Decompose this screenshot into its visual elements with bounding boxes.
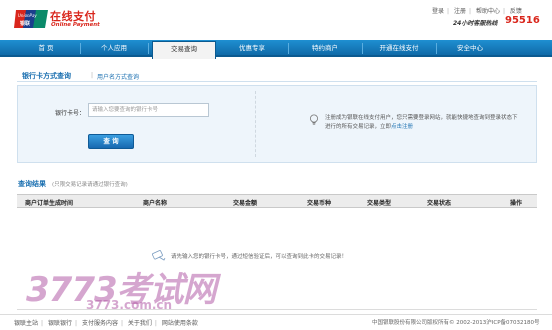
logo-subtitle: Online Payment xyxy=(51,22,100,28)
main-nav: 首 页 个人应用 交易查询 优惠专享 特约商户 开通在线支付 安全中心 xyxy=(0,40,552,59)
column-header-type: 交易类型 xyxy=(367,200,392,207)
lightbulb-icon xyxy=(310,114,318,125)
nav-item-transaction-query[interactable]: 交易查询 xyxy=(152,41,216,59)
footer-separator: | xyxy=(41,320,44,327)
nav-item-security[interactable]: 安全中心 xyxy=(440,40,500,57)
nav-separator xyxy=(362,43,363,54)
footer-separator: | xyxy=(74,320,78,327)
results-table-header: 商户订单生成时间 商户名称 交易金额 交易币种 交易类型 交易状态 操作 xyxy=(17,194,537,208)
title-separator: | xyxy=(91,72,94,79)
footer-link-terms[interactable]: 网站使用条款 xyxy=(162,320,198,327)
footer-links: 银联主站 | 银联银行 | 支付服务内容 | 关于我们 | 网站使用条款 xyxy=(14,318,198,327)
results-note: (只限交易记录请通过银行查询) xyxy=(52,182,128,188)
site-header: UnionPay 银联 在线支付 Online Payment 登录 | 注册 | … xyxy=(0,0,552,40)
query-button[interactable]: 查 询 xyxy=(88,134,134,149)
hotline-label: 24小时客服热线 xyxy=(453,20,498,27)
panel-divider xyxy=(255,91,256,157)
title-divider xyxy=(17,81,537,82)
nav-item-personal[interactable]: 个人应用 xyxy=(84,40,144,57)
column-header-amount: 交易金额 xyxy=(233,200,258,207)
nav-item-merchants[interactable]: 特约商户 xyxy=(292,40,358,57)
nav-item-offers[interactable]: 优惠专享 xyxy=(222,40,282,57)
footer-link-about[interactable]: 关于我们 xyxy=(128,320,152,327)
username-query-link[interactable]: 用户名方式查询 xyxy=(97,72,139,81)
top-links: 登录 | 注册 | 帮助中心 | 反馈 xyxy=(432,6,525,15)
unionpay-logo-icon: UnionPay 银联 xyxy=(14,10,48,28)
empty-results-message: 请先输入您的银行卡号，通过短信验证后，可以查询到此卡的交易记录！ xyxy=(171,254,348,260)
column-header-merchant: 商户名称 xyxy=(143,200,168,207)
footer-link-unionpay[interactable]: 银联主站 xyxy=(14,320,38,327)
footer-divider xyxy=(0,314,552,315)
column-header-action: 操作 xyxy=(510,200,523,207)
login-link[interactable]: 登录 xyxy=(432,8,444,15)
register-tip: 注册成为银联在线支付用户，您只需要登录网站，就能快捷地查询到登录状态下进行的所有… xyxy=(325,114,520,132)
register-tip-text: 注册成为银联在线支付用户，您只需要登录网站，就能快捷地查询到登录状态下进行的所有… xyxy=(325,115,518,130)
footer-separator: | xyxy=(154,320,157,327)
card-icon xyxy=(152,250,166,261)
nav-separator xyxy=(436,43,437,54)
nav-item-home[interactable]: 首 页 xyxy=(18,40,74,57)
nav-separator xyxy=(288,43,289,54)
footer-link-services[interactable]: 支付服务内容 xyxy=(82,320,118,327)
card-number-input[interactable]: 请输入您要查询的银行卡号 xyxy=(88,103,209,117)
top-link-separator: | xyxy=(502,8,505,15)
page-title: 银行卡方式查询 xyxy=(22,72,71,80)
watermark-url: 3773.com.cn xyxy=(86,298,173,312)
nav-separator xyxy=(148,43,149,54)
top-link-separator: | xyxy=(447,8,450,15)
register-link-inline[interactable]: 点击注册 xyxy=(391,124,413,130)
feedback-link[interactable]: 反馈 xyxy=(510,8,522,15)
nav-separator xyxy=(80,43,81,54)
help-center-link[interactable]: 帮助中心 xyxy=(476,8,500,15)
svg-text:UnionPay: UnionPay xyxy=(18,13,37,18)
svg-text:银联: 银联 xyxy=(19,20,30,27)
footer-link-bank[interactable]: 银联银行 xyxy=(48,320,72,327)
column-header-currency: 交易币种 xyxy=(307,200,332,207)
top-link-separator: | xyxy=(468,8,472,15)
copyright: 中国银联股份有限公司版权所有© 2002-2013沪ICP备07032180号 xyxy=(372,320,540,326)
footer-separator: | xyxy=(120,320,123,327)
register-link[interactable]: 注册 xyxy=(454,8,466,15)
column-header-order-time: 商户订单生成时间 xyxy=(25,200,74,207)
card-number-label: 银行卡号： xyxy=(55,110,86,117)
results-title: 查询结果 xyxy=(18,180,46,188)
nav-item-open-payment[interactable]: 开通在线支付 xyxy=(366,40,432,57)
column-header-status: 交易状态 xyxy=(427,200,452,207)
hotline-number: 95516 xyxy=(505,15,540,26)
